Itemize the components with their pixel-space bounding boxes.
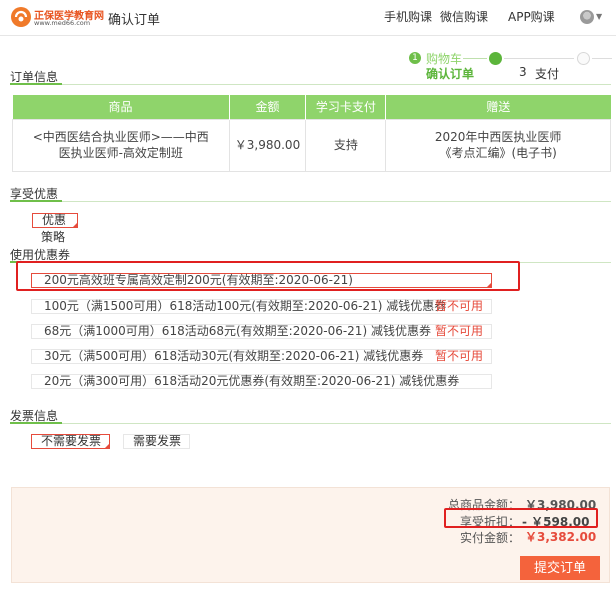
user-avatar[interactable]: [580, 10, 594, 24]
unavailable-badge: 暂不可用: [434, 324, 483, 338]
need-invoice-option[interactable]: 需要发票: [123, 434, 191, 449]
step-connector: [463, 58, 487, 59]
logo-icon: [11, 7, 31, 27]
selected-corner-icon: [72, 222, 78, 228]
coupon-item[interactable]: 20元（满300可用）618活动20元优惠券(有效期至:2020-06-21) …: [31, 374, 492, 389]
pay-label: 实付金额：: [459, 531, 520, 545]
section-divider: [10, 84, 611, 85]
unavailable-badge: 暂不可用: [434, 299, 483, 313]
step2-dot: [489, 52, 502, 65]
section-divider: [10, 201, 611, 202]
coupon-text: 20元（满300可用）618活动20元优惠券(有效期至:2020-06-21) …: [44, 374, 460, 388]
discount-strategy-option[interactable]: 优惠: [32, 213, 78, 228]
table-row: <中西医结合执业医师>——中西医执业医师-高效定制班 ￥3,980.00 支持 …: [12, 118, 611, 172]
col-product: 商品: [12, 95, 230, 119]
coupon-text: 30元（满500可用）618活动30元(有效期至:2020-06-21) 减钱优…: [44, 349, 424, 363]
discount-option-label-2: 策略: [41, 230, 66, 244]
step3-dot: [577, 52, 590, 65]
coupon-item[interactable]: 68元（满1000可用）618活动68元(有效期至:2020-06-21) 减钱…: [31, 324, 492, 339]
highlight-box: [444, 508, 598, 528]
logo-url: www.med66.com: [34, 19, 91, 27]
col-card-pay: 学习卡支付: [305, 95, 387, 119]
col-amount: 金额: [229, 95, 307, 119]
need-invoice-label: 需要发票: [133, 434, 182, 448]
pay-value: ￥3,382.00: [525, 530, 597, 544]
step1-icon: 1: [409, 52, 421, 64]
gift-item: 2020年中西医执业医师《考点汇编》(电子书): [385, 118, 611, 172]
coupon-text: 68元（满1000可用）618活动68元(有效期至:2020-06-21) 减钱…: [44, 324, 431, 338]
step2-label: 确认订单: [426, 67, 475, 81]
chevron-down-icon[interactable]: ▼: [596, 12, 602, 21]
order-table: 商品 金额 学习卡支付 赠送 <中西医结合执业医师>——中西医执业医师-高效定制…: [12, 95, 611, 172]
selected-corner-icon: [104, 443, 111, 449]
coupon-item[interactable]: 100元（满1500可用）618活动100元(有效期至:2020-06-21) …: [31, 299, 492, 314]
section-underline: [10, 200, 62, 202]
site-logo[interactable]: 正保医学教育网 www.med66.com: [10, 6, 104, 28]
step-connector: [504, 58, 574, 59]
table-header-row: 商品 金额 学习卡支付 赠送: [12, 95, 611, 119]
step3-number: 3: [519, 65, 527, 79]
product-name: <中西医结合执业医师>——中西医执业医师-高效定制班: [12, 118, 230, 172]
step3-label: 支付: [535, 67, 560, 81]
nav-mobile-buy[interactable]: 手机购课: [384, 9, 440, 26]
section-underline: [10, 83, 62, 85]
section-underline: [10, 422, 62, 424]
unavailable-badge: 暂不可用: [434, 349, 483, 363]
top-header: 正保医学教育网 www.med66.com 确认订单 手机购课 微信购课 APP…: [0, 0, 616, 36]
page-title: 确认订单: [108, 13, 161, 28]
product-amount: ￥3,980.00: [228, 118, 307, 172]
highlight-box: [16, 261, 520, 291]
card-pay-support: 支持: [305, 118, 387, 172]
nav-wechat-buy[interactable]: 微信购课: [440, 9, 496, 26]
step-connector: [592, 58, 612, 59]
no-invoice-option[interactable]: 不需要发票: [31, 434, 111, 449]
coupon-item[interactable]: 30元（满500可用）618活动30元(有效期至:2020-06-21) 减钱优…: [31, 349, 492, 364]
nav-app-buy[interactable]: APP购课: [508, 9, 555, 26]
no-invoice-label: 不需要发票: [41, 434, 102, 448]
col-gift: 赠送: [385, 95, 611, 119]
coupon-text: 100元（满1500可用）618活动100元(有效期至:2020-06-21) …: [44, 299, 447, 313]
section-divider: [10, 423, 611, 424]
submit-order-button[interactable]: 提交订单: [520, 556, 600, 580]
discount-option-label: 优惠: [42, 213, 67, 227]
